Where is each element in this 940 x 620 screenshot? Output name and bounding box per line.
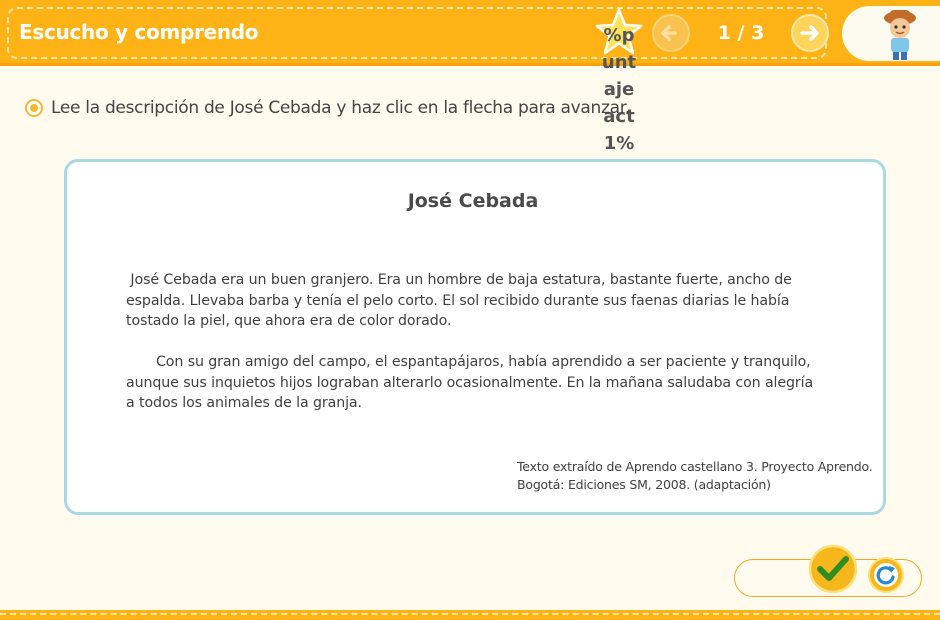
boy-avatar-icon	[884, 10, 916, 60]
reading-paragraph-2: Con su gran amigo del campo, el espantap…	[126, 354, 814, 411]
arrow-right-icon	[800, 25, 819, 41]
reading-paragraph-1: José Cebada era un buen granjero. Era un…	[126, 272, 797, 329]
score-text: %puntajeact1%	[601, 25, 637, 154]
avatar-box	[842, 6, 940, 61]
footer-bar	[0, 610, 940, 620]
reset-button[interactable]	[867, 556, 905, 594]
instruction-text: Lee la descripción de José Cebada y haz …	[51, 98, 630, 118]
next-button[interactable]	[791, 14, 829, 52]
arrow-left-icon	[661, 25, 677, 41]
page-indicator: 1 / 3	[717, 22, 765, 44]
activity-title: Escucho y comprendo	[19, 20, 259, 44]
instruction-bullet	[25, 99, 43, 117]
reading-title: José Cebada	[407, 190, 539, 212]
source-citation-line-2: Bogotá: Ediciones SM, 2008. (adaptación)	[517, 477, 771, 492]
source-citation-line-1: Texto extraído de Aprendo castellano 3. …	[517, 459, 873, 474]
previous-button[interactable]	[652, 14, 690, 52]
check-button[interactable]	[808, 544, 858, 594]
